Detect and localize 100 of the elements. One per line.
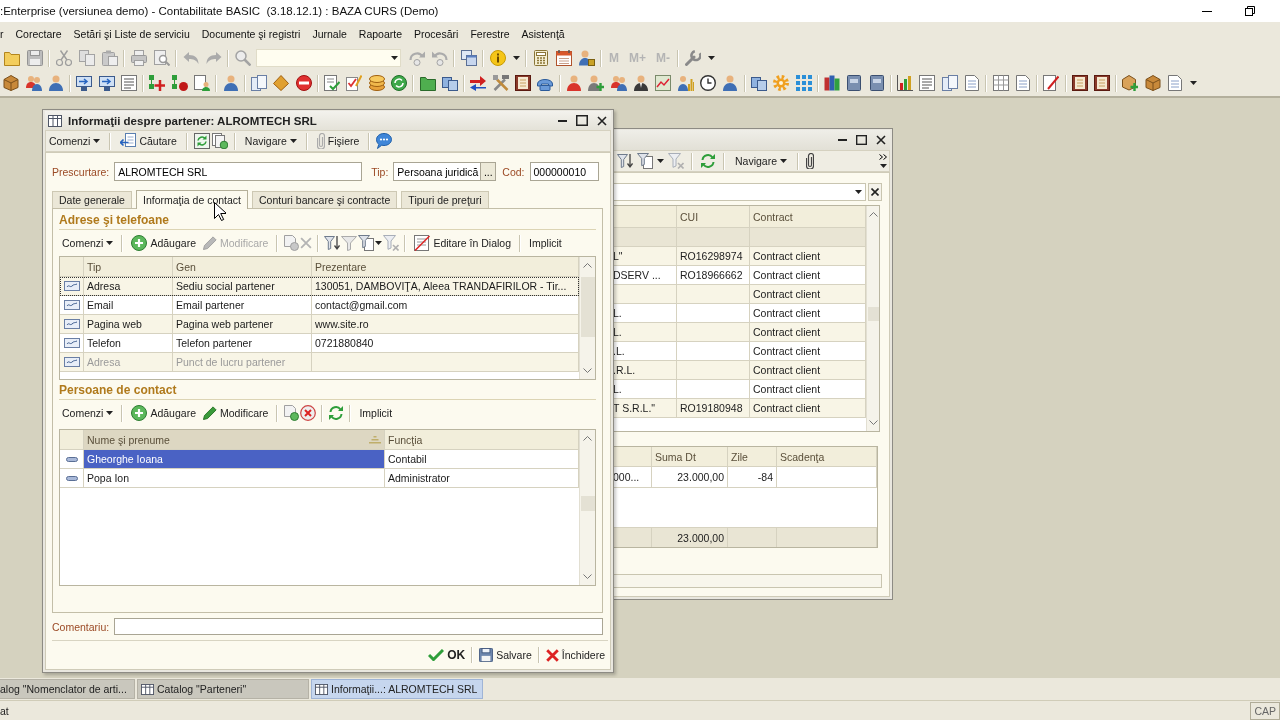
document-icon[interactable] — [964, 75, 981, 91]
swap-arrows-icon[interactable] — [470, 75, 487, 91]
column-header[interactable]: Suma Dt — [652, 447, 728, 467]
caret-icon[interactable] — [512, 56, 520, 60]
tree-dot-icon[interactable] — [171, 75, 188, 91]
menu-item[interactable]: Setări şi Liste de serviciu — [67, 24, 196, 44]
minimize-icon[interactable] — [1202, 10, 1212, 12]
menu-item[interactable]: r — [0, 24, 10, 44]
book-icon[interactable] — [1071, 75, 1088, 91]
text-field[interactable]: 000000010 — [529, 162, 599, 181]
minimize-icon[interactable] — [558, 119, 567, 122]
chevron-down-icon[interactable] — [583, 574, 592, 579]
filter-sort-icon[interactable] — [324, 235, 341, 251]
ok-button[interactable]: OK — [425, 645, 469, 665]
caret-icon[interactable] — [375, 241, 383, 245]
scroll-thumb[interactable] — [580, 277, 595, 337]
browse-button[interactable]: ... — [481, 162, 497, 181]
monitor-icon[interactable] — [98, 75, 115, 91]
search-field[interactable] — [613, 183, 866, 201]
chevron-down-icon[interactable] — [583, 368, 592, 373]
save-button[interactable]: Salvare — [476, 645, 535, 665]
close-icon[interactable] — [876, 135, 886, 145]
refresh-icon[interactable] — [391, 75, 408, 91]
cabinet-icon[interactable] — [846, 75, 863, 91]
comment-field[interactable] — [114, 618, 603, 635]
tab[interactable]: Date generale — [52, 191, 132, 208]
chevron-down-icon[interactable] — [868, 420, 878, 425]
edit-button[interactable]: Modificare — [200, 404, 272, 422]
scroll-thumb[interactable] — [867, 307, 879, 321]
commands-menu[interactable]: Comenzi — [59, 234, 117, 252]
text-field[interactable]: Persoana juridică — [393, 162, 482, 181]
chevron-up-icon[interactable] — [583, 263, 592, 268]
bar-chart-icon[interactable] — [897, 75, 914, 91]
cross-circle-icon[interactable] — [300, 405, 317, 421]
menu-item[interactable]: Asistenţă — [515, 24, 571, 44]
clear-button[interactable] — [868, 183, 882, 201]
add-person-icon[interactable] — [588, 75, 605, 91]
column-header[interactable]: Nume şi prenume — [84, 430, 385, 450]
person-icon[interactable] — [722, 75, 739, 91]
edit-in-dialog-button[interactable]: Editare în Dialog — [411, 234, 515, 252]
people-icon[interactable] — [610, 75, 627, 91]
monitor-icon[interactable] — [76, 75, 93, 91]
column-header[interactable]: Funcţia — [385, 430, 579, 450]
caret-icon[interactable] — [1189, 81, 1197, 85]
tools-icon[interactable] — [492, 75, 509, 91]
speech-bubble-icon[interactable] — [376, 133, 393, 149]
folder-icon[interactable] — [3, 50, 20, 66]
tab[interactable]: Informaţia de contact — [135, 190, 249, 209]
add-button[interactable]: Adăugare — [128, 234, 199, 252]
table-cell[interactable]: Gheorghe Ioana — [84, 450, 385, 469]
table-row[interactable]: Pagina web Pagina web partener www.site.ro — [60, 315, 579, 334]
coins-icon[interactable] — [368, 75, 385, 91]
caret-icon[interactable] — [707, 56, 715, 60]
pages-icon[interactable] — [941, 75, 958, 91]
copy-icon[interactable] — [211, 133, 228, 149]
search-button[interactable]: Căutare — [117, 132, 180, 150]
windows-icon[interactable] — [460, 50, 477, 66]
clipboard-icon[interactable] — [101, 50, 118, 66]
refresh-icon[interactable] — [193, 133, 210, 149]
window-tab[interactable]: Catalog "Parteneri" — [137, 679, 309, 699]
column-header[interactable]: Zile — [728, 447, 777, 467]
maximize-icon[interactable] — [856, 135, 867, 145]
table-cell[interactable]: Popa Ion — [84, 469, 385, 488]
commands-menu[interactable]: Comenzi — [46, 132, 104, 150]
calculator-icon[interactable] — [532, 50, 549, 66]
person-chart-icon[interactable] — [677, 75, 694, 91]
document-icon[interactable] — [1167, 75, 1184, 91]
box-icon[interactable] — [3, 75, 20, 91]
windows-icon[interactable] — [441, 75, 458, 91]
scrollbar[interactable] — [579, 257, 595, 379]
commands-menu[interactable]: Comenzi — [59, 404, 117, 422]
people-icon[interactable] — [25, 75, 42, 91]
window-tab[interactable]: Informaţii...: ALROMTECH SRL — [311, 679, 483, 699]
tab[interactable]: Conturi bancare şi contracte — [252, 191, 398, 208]
document-plus-icon[interactable] — [283, 405, 300, 421]
pages-icon[interactable] — [250, 75, 267, 91]
document-person-icon[interactable] — [194, 75, 211, 91]
menu-item[interactable]: Procesări — [408, 24, 465, 44]
list-icon[interactable] — [919, 75, 936, 91]
diamond-icon[interactable] — [273, 75, 290, 91]
menu-item[interactable]: Rapoarte — [352, 24, 409, 44]
cabinet-icon[interactable] — [868, 75, 885, 91]
navigation-menu[interactable]: Navigare — [241, 132, 300, 150]
info-icon[interactable] — [489, 50, 506, 66]
scrollbar[interactable] — [866, 206, 879, 431]
book-icon[interactable] — [1094, 75, 1111, 91]
menu-item[interactable]: Jurnale — [306, 24, 353, 44]
document-icon[interactable] — [1014, 75, 1031, 91]
books-icon[interactable] — [823, 75, 840, 91]
document-check-icon[interactable] — [324, 75, 341, 91]
calendar-icon[interactable] — [555, 50, 572, 66]
default-button[interactable]: Implicit — [356, 404, 396, 422]
box-plus-icon[interactable] — [1122, 75, 1139, 91]
search-field[interactable] — [256, 49, 401, 67]
no-entry-icon[interactable] — [295, 75, 312, 91]
folder-icon[interactable] — [419, 75, 436, 91]
person-icon[interactable] — [632, 75, 649, 91]
refresh-icon[interactable] — [700, 153, 716, 169]
navigation-menu[interactable]: Navigare — [732, 152, 791, 170]
scrollbar[interactable] — [579, 430, 595, 585]
